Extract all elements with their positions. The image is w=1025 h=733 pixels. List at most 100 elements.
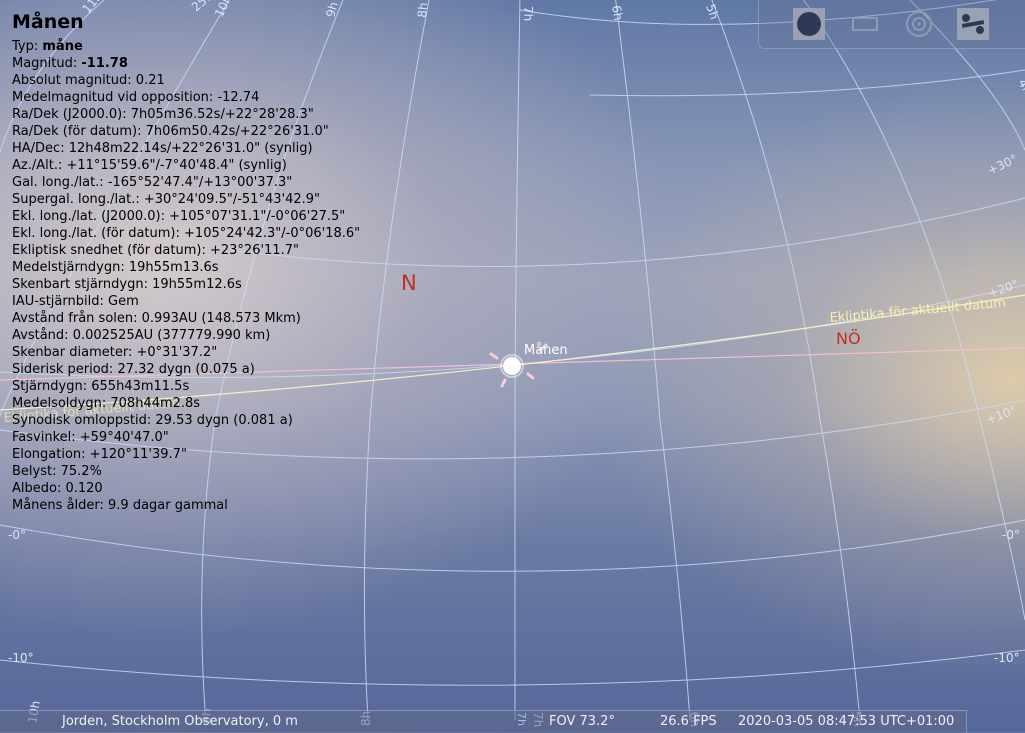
rectangle-button[interactable]: [849, 8, 881, 40]
info-label: Gal. long./lat.:: [12, 175, 104, 190]
info-line: Gal. long./lat.: -165°52'47.4"/+13°00'37…: [12, 174, 360, 191]
info-line: IAU-stjärnbild: Gem: [12, 293, 360, 310]
info-value: 0.002525AU (377779.990 km): [72, 328, 271, 343]
info-line: Albedo: 0.120: [12, 480, 360, 497]
info-value: +120°11'39.7": [89, 447, 187, 462]
info-value: -12.74: [217, 90, 260, 105]
info-line: Medelsoldygn: 708h44m2.8s: [12, 395, 360, 412]
info-value: +105°24'42.3"/-0°06'18.6": [184, 226, 361, 241]
info-label: Ra/Dek (J2000.0):: [12, 107, 127, 122]
planet-disc-button[interactable]: [793, 8, 825, 40]
dec-label: +30°: [985, 152, 1019, 178]
dec-label: -0°: [8, 528, 26, 542]
info-label: Medelsoldygn:: [12, 396, 107, 411]
ecliptic-label: Ekliptika för aktuellt datum: [829, 296, 1006, 326]
info-line: Skenbar diameter: +0°31'37.2": [12, 344, 360, 361]
info-line: Månens ålder: 9.9 dagar gammal: [12, 497, 360, 514]
info-label: Absolut magnitud:: [12, 73, 132, 88]
info-label: Az./Alt.:: [12, 158, 63, 173]
info-value: +105°07'31.1"/-0°06'27.5": [169, 209, 346, 224]
info-label: Medelstjärndygn:: [12, 260, 125, 275]
info-value: +11°15'59.6"/-7°40'48.4" (synlig): [66, 158, 287, 173]
info-value: -11.78: [81, 56, 128, 71]
info-value: 0.120: [65, 481, 103, 496]
info-label: Elongation:: [12, 447, 86, 462]
info-line: Ekliptisk snedhet (för datum): +23°26'11…: [12, 242, 360, 259]
info-label: Typ:: [12, 39, 39, 54]
info-line: HA/Dec: 12h48m22.14s/+22°26'31.0" (synli…: [12, 140, 360, 157]
fov-text[interactable]: FOV 73.2°: [549, 714, 615, 729]
info-value: 29.53 dygn (0.081 a): [155, 413, 293, 428]
info-value: 655h43m11.5s: [91, 379, 190, 394]
info-line: Avstånd: 0.002525AU (377779.990 km): [12, 327, 360, 344]
info-line: Supergal. long./lat.: +30°24'09.5"/-51°4…: [12, 191, 360, 208]
info-value: 75.2%: [60, 464, 102, 479]
info-line: Ra/Dek (J2000.0): 7h05m36.52s/+22°28'28.…: [12, 106, 360, 123]
info-line: Absolut magnitud: 0.21: [12, 72, 360, 89]
target-circle-icon: [906, 11, 932, 37]
info-line: Medelstjärndygn: 19h55m13.6s: [12, 259, 360, 276]
target-circle-button[interactable]: [903, 8, 935, 40]
info-value: 19h55m13.6s: [128, 260, 219, 275]
tools-button[interactable]: [957, 8, 989, 40]
info-label: Albedo:: [12, 481, 62, 496]
rectangle-icon: [852, 17, 878, 31]
cardinal-northeast: NÖ: [836, 329, 861, 348]
info-line: Ra/Dek (för datum): 7h06m50.42s/+22°26'3…: [12, 123, 360, 140]
info-value: 7h05m36.52s/+22°28'28.3": [130, 107, 314, 122]
dec-label: -10°: [994, 651, 1020, 665]
info-line: Ekl. long./lat. (för datum): +105°24'42.…: [12, 225, 360, 242]
cardinal-north: N: [401, 271, 417, 295]
info-label: Månens ålder:: [12, 498, 104, 513]
object-info-panel: Månen Typ: måne Magnitud: -11.78 Absolut m…: [12, 10, 360, 514]
info-line: Siderisk period: 27.32 dygn (0.075 a): [12, 361, 360, 378]
ra-label: 7h: [521, 6, 535, 21]
info-label: Skenbart stjärndygn:: [12, 277, 148, 292]
info-label: Medelmagnitud vid opposition:: [12, 90, 214, 105]
info-value: Gem: [108, 294, 139, 309]
info-value: 12h48m22.14s/+22°26'31.0" (synlig): [68, 141, 313, 156]
dec-label: -0°: [1002, 528, 1020, 542]
ra-label: 6h: [609, 4, 625, 21]
info-value: 0.993AU (148.573 Mkm): [141, 311, 301, 326]
info-label: Siderisk period:: [12, 362, 114, 377]
info-label: Belyst:: [12, 464, 57, 479]
info-label: Avstånd:: [12, 328, 69, 343]
object-title: Månen: [12, 11, 84, 33]
info-label: HA/Dec:: [12, 141, 65, 156]
info-line: Synodisk omloppstid: 29.53 dygn (0.081 a…: [12, 412, 360, 429]
info-label: Magnitud:: [12, 56, 78, 71]
info-value: 19h55m12.6s: [152, 277, 242, 292]
info-label: Synodisk omloppstid:: [12, 413, 152, 428]
info-label: Ra/Dek (för datum):: [12, 124, 142, 139]
info-value: måne: [42, 39, 83, 54]
info-lines: Typ: måne Magnitud: -11.78 Absolut magnitu…: [12, 38, 360, 514]
ra-label: 4h: [1015, 77, 1025, 97]
info-value: 0.21: [135, 73, 165, 88]
info-line: Avstånd från solen: 0.993AU (148.573 Mkm…: [12, 310, 360, 327]
ra-marker: 7h: [515, 712, 528, 726]
info-line: Az./Alt.: +11°15'59.6"/-7°40'48.4" (synl…: [12, 157, 360, 174]
datetime-text[interactable]: 2020-03-05 08:47:53 UTC+01:00: [738, 714, 954, 729]
wrench-tools-icon: [961, 14, 985, 34]
info-value: 708h44m2.8s: [110, 396, 201, 411]
info-value: +30°24'09.5"/-51°43'42.9": [143, 192, 320, 207]
location-text[interactable]: Jorden, Stockholm Observatory, 0 m: [62, 714, 298, 729]
status-bar: Jorden, Stockholm Observatory, 0 m 7h FO…: [0, 710, 967, 733]
info-label: Ekl. long./lat. (för datum):: [12, 226, 180, 241]
info-label: Supergal. long./lat.:: [12, 192, 140, 207]
info-value: +0°31'37.2": [136, 345, 218, 360]
ra-label: 8h: [415, 2, 430, 18]
info-value: +23°26'11.7": [209, 243, 299, 258]
moon-label: Månen: [524, 343, 568, 358]
info-label: Skenbar diameter:: [12, 345, 133, 360]
info-line: Belyst: 75.2%: [12, 463, 360, 480]
top-right-toolbar: [758, 0, 1025, 49]
info-value: +59°40'47.0": [79, 430, 169, 445]
info-label: Ekl. long./lat. (J2000.0):: [12, 209, 165, 224]
info-line: Elongation: +120°11'39.7": [12, 446, 360, 463]
planet-disc-icon: [797, 12, 821, 36]
info-label: IAU-stjärnbild:: [12, 294, 104, 309]
info-value: 27.32 dygn (0.075 a): [117, 362, 255, 377]
info-line: Medelmagnitud vid opposition: -12.74: [12, 89, 360, 106]
